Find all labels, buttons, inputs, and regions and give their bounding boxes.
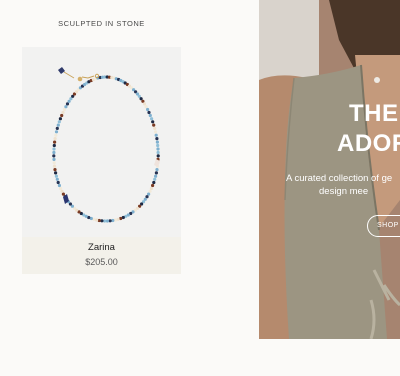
hero-title-line2: ADOR <box>337 130 400 157</box>
product-card[interactable]: Zarina $205.00 <box>22 47 181 274</box>
hero-subtitle-line2: design mee <box>319 186 369 197</box>
collection-label: SCULPTED IN STONE <box>58 19 145 28</box>
hero-subtitle-line1: A curated collection of ge <box>286 173 393 184</box>
hero-model-image <box>259 0 400 339</box>
product-image[interactable] <box>22 47 181 237</box>
hero-title-line1: THE <box>349 100 399 127</box>
product-price: $205.00 <box>85 257 118 267</box>
shop-button[interactable]: SHOP T <box>367 215 400 237</box>
necklace-image <box>22 47 181 237</box>
product-info: Zarina $205.00 <box>22 237 181 274</box>
hero-banner[interactable]: THE ADOR A curated collection of ge desi… <box>259 0 400 339</box>
product-name[interactable]: Zarina <box>22 242 181 253</box>
